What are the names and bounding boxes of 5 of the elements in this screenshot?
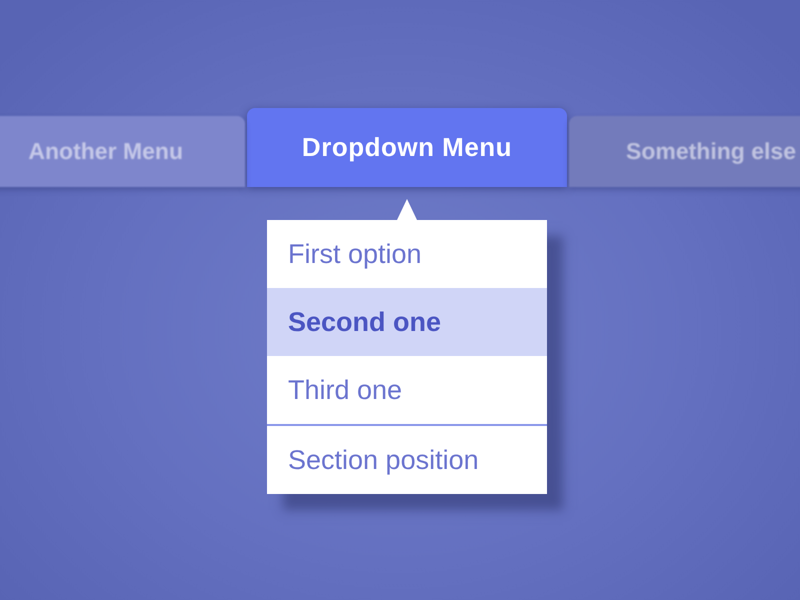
menu-item[interactable]: Third one	[267, 356, 547, 424]
menu-item[interactable]: Section position	[267, 426, 547, 494]
menu-item[interactable]: Second one	[267, 288, 547, 356]
menu-tab[interactable]: Dropdown Menu	[247, 108, 567, 187]
menu-item[interactable]: First option	[267, 220, 547, 288]
